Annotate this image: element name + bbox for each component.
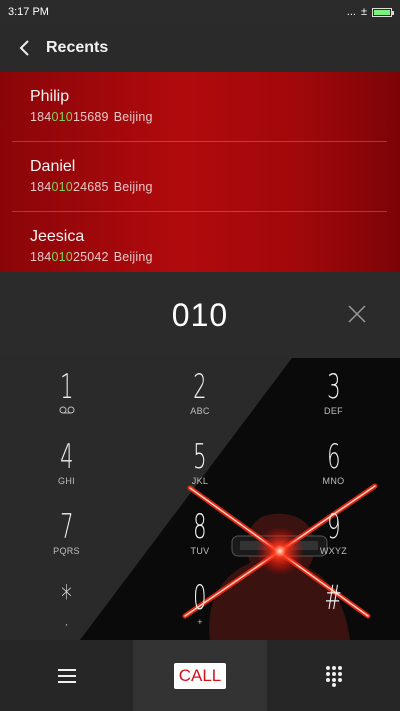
number-match: 010	[51, 180, 73, 194]
key-digit: *	[61, 577, 72, 618]
key-digit: 5	[193, 436, 207, 477]
dialpad-button[interactable]	[267, 640, 400, 711]
recents-list: Philip 18401015689 Beijing Daniel 1840102…	[0, 72, 400, 272]
key-7[interactable]: 7 PQRS	[0, 498, 133, 568]
contact-city: Beijing	[113, 110, 153, 124]
key-hash[interactable]: #	[267, 568, 400, 640]
key-digit: 9	[326, 506, 341, 547]
call-button[interactable]: CALL	[173, 662, 227, 689]
key-3[interactable]: 3 DEF	[267, 358, 400, 428]
number-rest: 24685	[72, 180, 109, 194]
key-letters: GHI	[58, 475, 75, 486]
key-letters: MNO	[322, 475, 345, 486]
key-letters: PQRS	[53, 545, 80, 556]
dialed-number[interactable]: 010	[172, 297, 228, 334]
key-letters: ABC	[190, 405, 210, 416]
number-rest: 25042	[72, 250, 109, 264]
key-0[interactable]: 0 +	[133, 568, 267, 640]
contact-number: 18401024685 Beijing	[30, 180, 387, 194]
key-digit: 2	[193, 366, 207, 407]
status-icons: ... ±	[346, 6, 394, 18]
recent-item-jeesica[interactable]: Jeesica 18401025042 Beijing	[12, 212, 387, 272]
contact-city: Beijing	[113, 180, 153, 194]
close-icon[interactable]	[338, 295, 376, 333]
battery-full-icon	[372, 7, 394, 17]
key-star[interactable]: * ,	[0, 568, 133, 640]
key-digit: 4	[59, 436, 74, 477]
status-time: 3:17 PM	[8, 6, 49, 18]
contact-city: Beijing	[113, 250, 153, 264]
menu-icon	[57, 668, 76, 683]
recent-item-daniel[interactable]: Daniel 18401024685 Beijing	[12, 142, 387, 212]
key-9[interactable]: 9 WXYZ	[267, 498, 400, 568]
key-digit: 6	[326, 436, 341, 477]
keypad-grid: 1 2 ABC 3 DEF 4 GHI 5 JKL 6 MNO 7 PQRS 8…	[0, 358, 400, 640]
number-prefix: 184	[30, 110, 52, 124]
key-digit: 7	[59, 506, 74, 547]
number-prefix: 184	[30, 250, 52, 264]
contact-name: Daniel	[30, 158, 76, 175]
voicemail-icon	[59, 406, 75, 417]
key-digit: 0	[193, 577, 207, 618]
contact-number: 18401025042 Beijing	[30, 250, 387, 264]
key-digit: 1	[59, 366, 74, 407]
data-icon: ±	[360, 6, 367, 18]
key-1[interactable]: 1	[0, 358, 133, 428]
key-5[interactable]: 5 JKL	[133, 428, 267, 498]
key-letters: ,	[65, 616, 68, 627]
page-title: Recents	[46, 39, 109, 56]
call-cell: CALL	[133, 640, 267, 711]
number-match: 010	[51, 110, 73, 124]
contact-name: Philip	[30, 88, 70, 105]
header: Recents	[0, 24, 400, 72]
bottom-bar: CALL	[0, 640, 400, 711]
key-digit: 3	[326, 366, 341, 407]
key-letters: JKL	[191, 475, 209, 486]
key-letters: TUV	[190, 545, 210, 556]
key-2[interactable]: 2 ABC	[133, 358, 267, 428]
key-6[interactable]: 6 MNO	[267, 428, 400, 498]
key-letters: +	[197, 616, 203, 627]
dialpad-icon	[325, 665, 342, 687]
number-display: 010	[0, 272, 400, 358]
number-prefix: 184	[30, 180, 52, 194]
key-digit: #	[324, 577, 343, 618]
keypad: 1 2 ABC 3 DEF 4 GHI 5 JKL 6 MNO 7 PQRS 8…	[0, 358, 400, 640]
key-4[interactable]: 4 GHI	[0, 428, 133, 498]
key-digit: 8	[193, 506, 207, 547]
key-8[interactable]: 8 TUV	[133, 498, 267, 568]
menu-button[interactable]	[0, 640, 133, 711]
key-letters: DEF	[324, 405, 343, 416]
status-bar: 3:17 PM ... ±	[0, 0, 400, 24]
number-rest: 15689	[72, 110, 109, 124]
contact-number: 18401015689 Beijing	[30, 110, 387, 124]
key-letters: WXYZ	[319, 545, 348, 556]
chevron-left-icon[interactable]	[14, 37, 36, 59]
number-match: 010	[51, 250, 73, 264]
signal-icon: ...	[346, 6, 356, 18]
recent-item-philip[interactable]: Philip 18401015689 Beijing	[12, 72, 387, 142]
contact-name: Jeesica	[30, 228, 85, 245]
